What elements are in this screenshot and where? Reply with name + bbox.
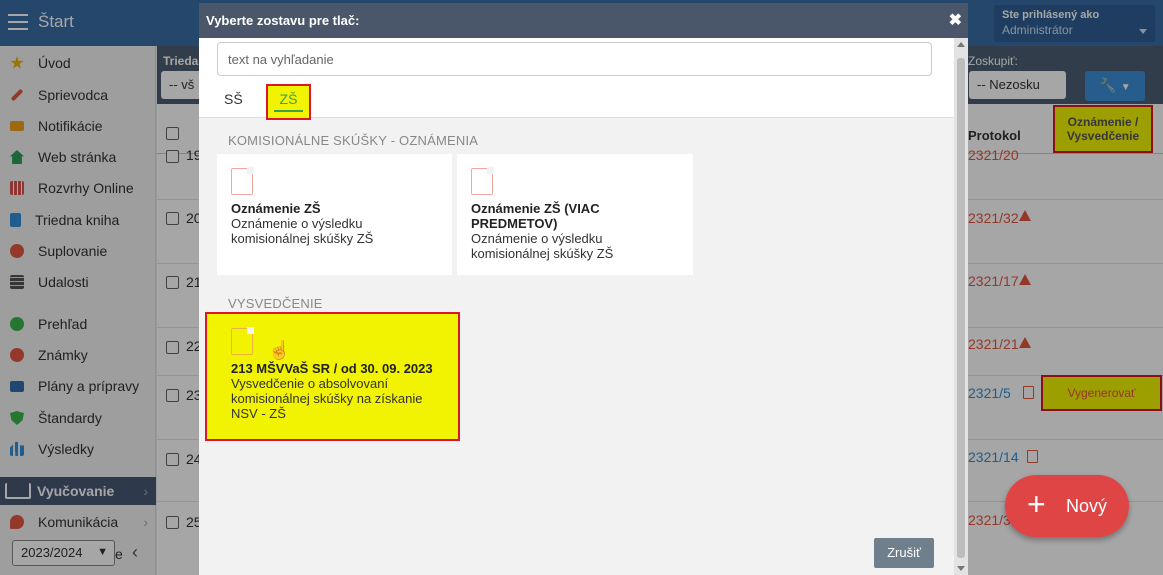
search-input[interactable]: text na vyhľadanie — [217, 42, 932, 76]
report-title: Oznámenie ZŠ (VIAC PREDMETOV) — [471, 201, 600, 231]
tab-zs[interactable]: ZŠ — [266, 84, 311, 120]
report-description: Vysvedčenie o absolvovaní komisionálnej … — [231, 376, 423, 421]
close-icon[interactable]: ✖ — [949, 10, 962, 30]
modal-scrollbar[interactable] — [954, 38, 968, 575]
report-card[interactable]: Oznámenie ZŠ Oznámenie o výsledku komisi… — [217, 154, 452, 275]
modal-title: Vyberte zostavu pre tlač: — [206, 13, 360, 28]
report-description: Oznámenie o výsledku komisionálnej skúšk… — [471, 231, 614, 261]
pdf-icon — [471, 167, 494, 195]
report-card-highlighted[interactable]: ☝ 213 MŠVVaŠ SR / od 30. 09. 2023 Vysved… — [205, 312, 460, 441]
hand-cursor-icon: ☝ — [268, 340, 291, 360]
plus-icon: + — [1027, 486, 1046, 522]
section-heading-vysvedcenie: VYSVEDČENIE — [228, 296, 323, 311]
active-tab-underline — [274, 110, 303, 112]
pdf-icon — [231, 167, 254, 195]
report-card[interactable]: Oznámenie ZŠ (VIAC PREDMETOV) Oznámenie … — [457, 154, 693, 275]
scrollbar-thumb[interactable] — [957, 58, 965, 558]
report-title: 213 MŠVVaŠ SR / od 30. 09. 2023 — [231, 361, 433, 376]
tab-ss[interactable]: SŠ — [224, 91, 243, 107]
cancel-button[interactable]: Zrušiť — [874, 538, 934, 568]
tab-zs-label: ZŠ — [279, 91, 298, 107]
pdf-icon — [231, 327, 254, 355]
scroll-up-icon[interactable] — [957, 42, 965, 47]
report-description: Oznámenie o výsledku komisionálnej skúšk… — [231, 216, 374, 246]
scroll-down-icon[interactable] — [957, 566, 965, 571]
new-button-label: Nový — [1066, 496, 1108, 516]
new-button[interactable]: + Nový — [1005, 475, 1129, 537]
modal-header: Vyberte zostavu pre tlač: ✖ — [199, 3, 968, 38]
print-report-modal: Vyberte zostavu pre tlač: ✖ text na vyhľ… — [199, 3, 968, 575]
report-title: Oznámenie ZŠ — [231, 201, 321, 216]
section-heading-oznamenia: KOMISIONÁLNE SKÚŠKY - OZNÁMENIA — [228, 133, 479, 148]
